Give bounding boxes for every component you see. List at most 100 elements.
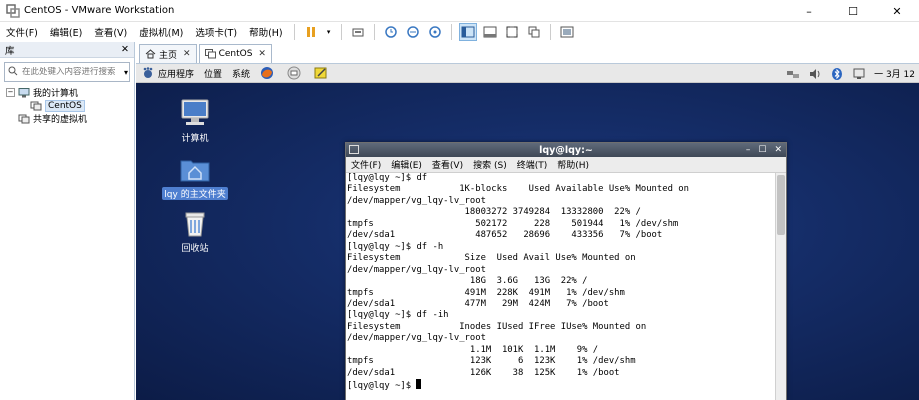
notepad-icon — [314, 66, 328, 80]
terminal-close-button[interactable]: ✕ — [774, 145, 782, 155]
notes-launcher[interactable] — [314, 66, 331, 80]
desktop-icon-label: 计算机 — [181, 134, 209, 144]
pause-icon[interactable] — [303, 24, 319, 40]
terminal-minimize-button[interactable]: – — [746, 145, 751, 155]
library-title: 库 — [5, 45, 15, 57]
tab-close-button[interactable]: ✕ — [258, 49, 266, 59]
terminal-output[interactable]: [lqy@lqy ~]$ df Filesystem 1K-blocks Used… — [346, 173, 776, 400]
terminal-line: /dev/sda1 487652 28696 433356 7% /boot — [347, 230, 663, 241]
terminal-menu-view[interactable]: 查看(V) — [432, 158, 463, 171]
maximize-button[interactable]: ☐ — [831, 0, 875, 22]
fullscreen-icon[interactable] — [504, 24, 520, 40]
tab-close-button[interactable]: ✕ — [183, 49, 191, 59]
dropdown-arrow-icon[interactable]: ▾ — [325, 24, 333, 40]
tree-collapse-toggle[interactable]: − — [6, 88, 15, 97]
terminal-line: /dev/mapper/vg_lqy-lv_root — [347, 195, 486, 206]
library-tree: − 我的计算机 CentOS 共享的虚拟机 — [0, 86, 134, 125]
terminal-line: tmpfs 123K 6 123K 1% /dev/shm — [347, 356, 636, 367]
terminal-menu-search[interactable]: 搜索 (S) — [473, 158, 507, 171]
tab-home[interactable]: 主页 ✕ — [139, 44, 197, 63]
terminal-line: /dev/sda1 126K 38 125K 1% /boot — [347, 367, 620, 378]
network-icon[interactable] — [786, 67, 800, 81]
thumbnail-bar-icon[interactable] — [482, 24, 498, 40]
vm-icon — [204, 49, 216, 59]
terminal-menu-file[interactable]: 文件(F) — [351, 158, 381, 171]
terminal-icon — [349, 145, 359, 154]
volume-icon[interactable] — [808, 67, 822, 81]
snapshot-icon[interactable] — [383, 24, 399, 40]
menu-vm[interactable]: 虚拟机(M) — [133, 25, 189, 39]
search-dropdown-icon[interactable]: ▾ — [124, 68, 128, 77]
terminal-scrollbar-thumb[interactable] — [777, 175, 785, 235]
library-panel: 库 ✕ ▾ − 我的计算机 CentOS 共享的虚拟机 — [0, 42, 135, 400]
tree-item-centos[interactable]: CentOS — [0, 99, 134, 112]
tree-item-my-computer[interactable]: − 我的计算机 — [0, 86, 134, 99]
system-menu[interactable]: 系统 — [232, 67, 250, 80]
menu-help[interactable]: 帮助(H) — [243, 25, 289, 39]
tab-label: 主页 — [159, 50, 178, 61]
terminal-line: 18003272 3749284 13332800 22% / — [347, 207, 641, 218]
terminal-line: /dev/sda1 477M 29M 424M 7% /boot — [347, 298, 609, 309]
terminal-titlebar[interactable]: lqy@lqy:~ – ☐ ✕ — [346, 143, 786, 157]
terminal-line: /dev/mapper/vg_lqy-lv_root — [347, 264, 486, 275]
send-keys-icon[interactable] — [350, 24, 366, 40]
window-titlebar: CentOS - VMware Workstation – ☐ ✕ — [0, 0, 919, 22]
menu-view[interactable]: 查看(V) — [88, 25, 133, 39]
terminal-line: Filesystem Inodes IUsed IFree IUse% Moun… — [347, 321, 647, 332]
library-close-button[interactable]: ✕ — [121, 44, 129, 55]
show-library-icon[interactable] — [458, 23, 477, 41]
applications-menu[interactable]: 应用程序 — [141, 66, 194, 80]
trash-icon — [179, 207, 211, 239]
desktop-icon-computer[interactable]: 计算机 — [160, 97, 230, 144]
library-search-box[interactable]: ▾ — [4, 62, 130, 82]
terminal-scrollbar[interactable] — [775, 173, 786, 400]
menu-edit[interactable]: 编辑(E) — [44, 25, 88, 39]
toolbar-separator — [450, 24, 452, 40]
terminal-window[interactable]: lqy@lqy:~ – ☐ ✕ 文件(F) 编辑(E) 查看(V) 搜索 (S)… — [345, 142, 787, 400]
tree-item-shared-vms[interactable]: 共享的虚拟机 — [0, 112, 134, 125]
shared-vm-icon — [18, 114, 30, 124]
toolbar-separator — [373, 24, 375, 40]
unity-icon[interactable] — [526, 24, 542, 40]
desktop-icon-label: lqy 的主文件夹 — [162, 187, 228, 200]
gnome-foot-icon — [141, 66, 155, 80]
menu-file[interactable]: 文件(F) — [0, 25, 44, 39]
search-icon — [8, 66, 18, 79]
console-view-icon[interactable] — [559, 24, 575, 40]
close-button[interactable]: ✕ — [875, 0, 919, 22]
library-search-input[interactable] — [22, 67, 122, 77]
bluetooth-icon[interactable] — [830, 67, 844, 81]
vmware-app-icon — [6, 3, 20, 18]
menu-tabs[interactable]: 选项卡(T) — [189, 25, 243, 39]
home-icon — [145, 49, 156, 59]
terminal-line: /dev/mapper/vg_lqy-lv_root — [347, 333, 486, 344]
desktop-icon-home-folder[interactable]: lqy 的主文件夹 — [160, 153, 230, 200]
desktop-icon-trash[interactable]: 回收站 — [160, 207, 230, 254]
email-launcher[interactable] — [287, 66, 304, 80]
terminal-menu-terminal[interactable]: 终端(T) — [517, 158, 548, 171]
terminal-cursor — [416, 379, 422, 390]
places-menu[interactable]: 位置 — [204, 67, 222, 80]
terminal-menu-edit[interactable]: 编辑(E) — [391, 158, 422, 171]
terminal-line: [lqy@lqy ~]$ df — [347, 173, 428, 183]
terminal-maximize-button[interactable]: ☐ — [758, 145, 766, 155]
terminal-line: [lqy@lqy ~]$ df -h — [347, 241, 444, 252]
display-icon[interactable] — [852, 67, 866, 81]
toolbar-separator — [340, 24, 342, 40]
window-title: CentOS - VMware Workstation — [24, 5, 175, 16]
computer-icon — [18, 87, 30, 98]
panel-clock[interactable]: 一 3月 12 — [874, 67, 915, 80]
firefox-icon — [260, 66, 274, 80]
terminal-prompt: [lqy@lqy ~]$ — [347, 381, 417, 392]
revert-snapshot-icon[interactable] — [405, 24, 421, 40]
terminal-line: Filesystem 1K-blocks Used Available Use%… — [347, 184, 689, 195]
window-controls: – ☐ ✕ — [787, 0, 919, 22]
minimize-button[interactable]: – — [787, 0, 831, 22]
snapshot-manager-icon[interactable] — [427, 24, 443, 40]
tab-centos[interactable]: CentOS ✕ — [198, 44, 272, 63]
terminal-menu-help[interactable]: 帮助(H) — [557, 158, 589, 171]
email-icon — [287, 66, 301, 80]
menu-bar: 文件(F) 编辑(E) 查看(V) 虚拟机(M) 选项卡(T) 帮助(H) ▾ — [0, 22, 919, 42]
tab-label: CentOS — [218, 49, 253, 59]
firefox-launcher[interactable] — [260, 66, 277, 80]
